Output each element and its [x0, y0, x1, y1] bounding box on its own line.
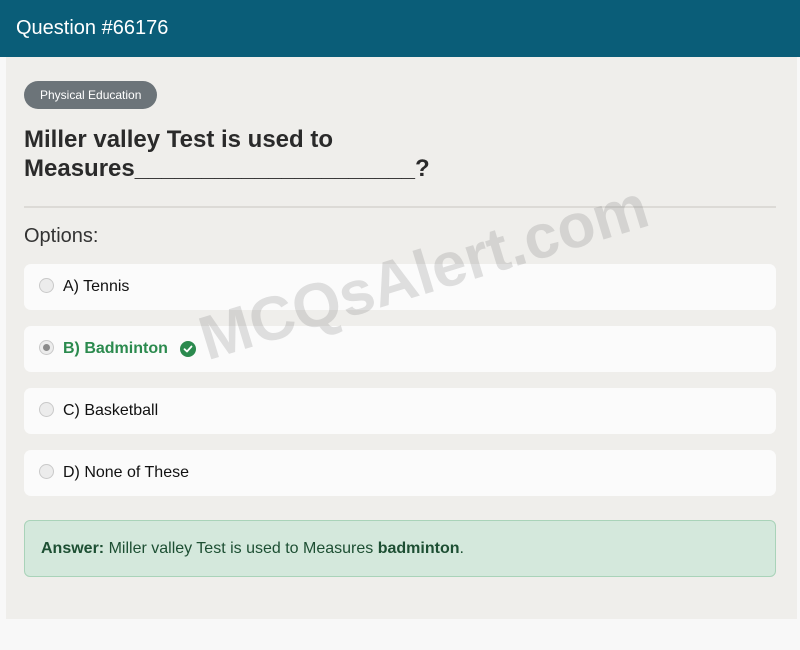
question-line-2: Measures_____________________? [24, 155, 430, 182]
check-circle-icon [179, 341, 196, 357]
divider [24, 206, 776, 208]
option-label: C) Basketball [63, 402, 159, 419]
radio-button-selected[interactable] [39, 339, 54, 355]
radio-button[interactable] [39, 463, 54, 479]
radio-button[interactable] [39, 401, 54, 417]
question-text: Miller valley Test is used to Measures__… [24, 125, 764, 183]
page-header: Question #66176 [0, 0, 800, 57]
option-label: B) Badminton [63, 340, 168, 357]
answer-highlight: badminton [377, 539, 460, 557]
answer-prefix: Answer: [41, 539, 105, 557]
question-line-1: Miller valley Test is used to [24, 126, 333, 153]
option-d[interactable]: D) None of These [24, 450, 776, 496]
option-label: D) None of These [63, 464, 189, 481]
category-badge[interactable]: Physical Education [24, 81, 158, 109]
answer-text: Miller valley Test is used to Measures [108, 539, 374, 557]
radio-button[interactable] [39, 277, 54, 293]
question-number-title: Question #66176 [16, 17, 169, 39]
question-card: Physical Education Miller valley Test is… [6, 57, 797, 619]
option-label: A) Tennis [63, 278, 130, 295]
option-c[interactable]: C) Basketball [24, 388, 776, 434]
answer-box: Answer: Miller valley Test is used to Me… [24, 520, 776, 577]
answer-suffix: . [459, 539, 464, 557]
option-a[interactable]: A) Tennis [24, 264, 776, 310]
option-b[interactable]: B) Badminton [24, 326, 776, 372]
options-heading: Options: [24, 225, 99, 247]
